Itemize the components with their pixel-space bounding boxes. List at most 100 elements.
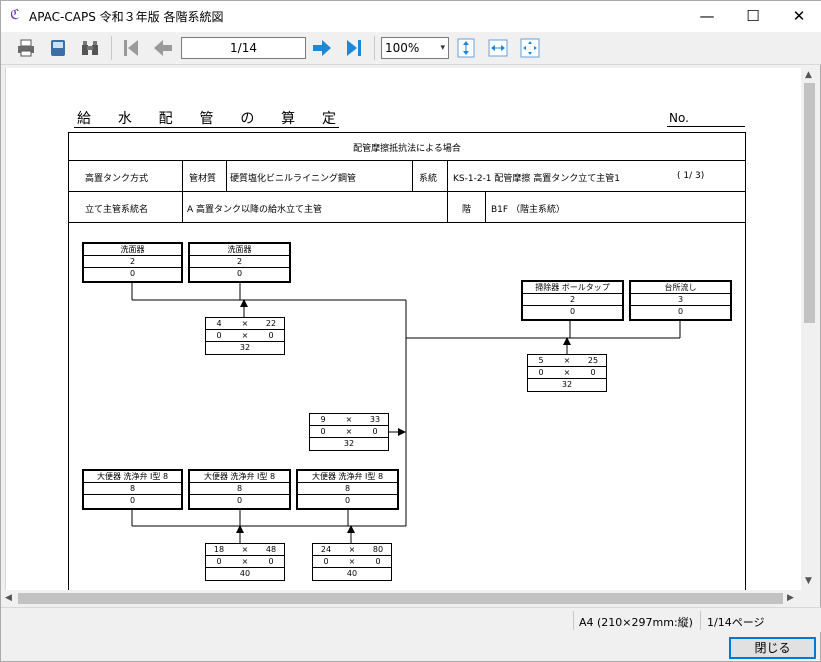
zoom-select[interactable]: 100% ▾: [381, 37, 449, 59]
header-divider: [412, 160, 413, 191]
calc-box: 9 × 33 0 × 0 32: [309, 413, 389, 451]
fixture-box: 大便器 洗浄弁 I型 8 8 0: [188, 469, 291, 510]
calc-method-subtitle: 配管摩擦抵抗法による場合: [353, 144, 461, 154]
calc-diameter: 32: [561, 380, 573, 389]
system-type-value: 高置タンク方式: [85, 174, 149, 184]
fixture-value: 0: [129, 269, 136, 278]
header-divider: [69, 160, 745, 161]
riser-value: A 高置タンク以降の給水立て主管: [187, 205, 323, 215]
vertical-scrollbar[interactable]: ▲ ▼: [801, 68, 818, 590]
calc-value: 25: [587, 356, 599, 365]
title-char: 配: [158, 111, 173, 127]
page-count-status: 1/14ページ: [707, 616, 765, 629]
page-number-input[interactable]: 1/14: [181, 37, 306, 59]
header-divider: [182, 160, 183, 222]
title-char: 管: [199, 111, 214, 127]
material-label: 管材質: [189, 174, 217, 184]
fixture-value: 8: [298, 483, 397, 495]
fixture-value: 0: [677, 307, 684, 316]
calc-value: 0: [268, 331, 274, 340]
last-page-icon[interactable]: [343, 37, 365, 59]
calc-value: 4: [216, 319, 222, 328]
chevron-right-icon[interactable]: ▶: [787, 593, 794, 603]
save-icon[interactable]: [47, 37, 69, 59]
status-divider: [573, 611, 574, 630]
fixture-name: 洗面器: [190, 244, 289, 256]
fixture-value: 2: [523, 294, 622, 306]
calc-value: 0: [590, 368, 596, 377]
print-preview-window: ℭ APAC-CAPS 令和３年版 各階系統図 — ☐ ✕ 1/14 100% …: [0, 0, 821, 662]
fixture-value: 0: [129, 496, 136, 505]
title-bar: ℭ APAC-CAPS 令和３年版 各階系統図 — ☐ ✕: [1, 1, 821, 32]
title-char: 水: [117, 111, 132, 127]
calc-operator: ×: [241, 545, 249, 554]
calc-diameter: 40: [346, 569, 358, 578]
calc-operator: ×: [241, 319, 249, 328]
calc-value: 33: [369, 415, 381, 424]
fit-page-icon[interactable]: [519, 37, 541, 59]
fit-height-icon[interactable]: [455, 37, 477, 59]
calc-box: 4 × 22 0 × 0 32: [205, 317, 285, 355]
calc-value: 18: [213, 545, 225, 554]
fit-width-icon[interactable]: [487, 37, 509, 59]
calc-value: 0: [323, 557, 329, 566]
fixture-box: 台所流し 3 0: [629, 280, 732, 321]
calc-value: 0: [216, 557, 222, 566]
series-label: 系統: [419, 174, 438, 184]
horizontal-scrollbar[interactable]: ◀ ▶: [1, 590, 801, 607]
close-button[interactable]: 閉じる: [729, 637, 816, 659]
series-value: KS-1-2-1 配管摩擦 高置タンク立て主管1: [453, 174, 620, 184]
calc-diameter: 40: [239, 569, 251, 578]
title-char: 給: [77, 111, 91, 127]
calc-value: 0: [538, 368, 544, 377]
calc-box: 18 × 48 0 × 0 40: [205, 543, 285, 581]
fixture-value: 0: [236, 269, 243, 278]
calc-operator: ×: [563, 356, 571, 365]
chevron-down-icon[interactable]: ▼: [805, 576, 812, 586]
calc-value: 0: [320, 427, 326, 436]
fixture-name: 掃除器 ボールタップ: [523, 282, 622, 294]
fixture-box: 掃除器 ボールタップ 2 0: [521, 280, 624, 321]
title-char: の: [240, 111, 255, 127]
maximize-button[interactable]: ☐: [730, 1, 776, 32]
calc-value: 48: [265, 545, 277, 554]
calc-value: 0: [375, 557, 381, 566]
riser-label: 立て主管系統名: [85, 205, 149, 215]
page-of-value: ( 1/ 3): [677, 171, 705, 181]
title-char: 算: [281, 111, 296, 127]
calc-value: 9: [320, 415, 326, 424]
status-divider: [700, 611, 701, 630]
close-window-button[interactable]: ✕: [776, 1, 821, 32]
calc-operator: ×: [345, 427, 353, 436]
minimize-button[interactable]: —: [684, 1, 730, 32]
fixture-value: 3: [631, 294, 730, 306]
calc-operator: ×: [241, 557, 249, 566]
fixture-name: 大便器 洗浄弁 I型 8: [190, 471, 289, 483]
fixture-name: 洗面器: [84, 244, 181, 256]
calc-value: 0: [268, 557, 274, 566]
calc-diameter: 32: [343, 439, 355, 448]
title-char: 定: [321, 111, 336, 127]
binoculars-icon[interactable]: [79, 37, 101, 59]
print-icon[interactable]: [15, 37, 37, 59]
first-page-icon[interactable]: [120, 37, 142, 59]
prev-page-icon[interactable]: [152, 37, 174, 59]
document-viewport[interactable]: 給 水 配 管 の 算 定 No. 配管摩擦抵抗法による場合 高置タンク方式 管…: [5, 68, 801, 590]
fixture-value: 2: [84, 256, 181, 268]
toolbar-separator: [374, 36, 375, 60]
calculation-frame: 配管摩擦抵抗法による場合 高置タンク方式 管材質 硬質塩化ビニルライニング鋼管 …: [68, 132, 746, 590]
material-value: 硬質塩化ビニルライニング鋼管: [230, 174, 357, 184]
fixture-box: 洗面器 2 0: [188, 242, 291, 283]
fixture-name: 台所流し: [631, 282, 730, 294]
calc-operator: ×: [563, 368, 571, 377]
calc-operator: ×: [345, 415, 353, 424]
chevron-up-icon[interactable]: ▲: [805, 70, 812, 80]
app-logo-icon: ℭ: [10, 7, 20, 23]
fixture-name: 大便器 洗浄弁 I型 8: [298, 471, 397, 483]
vertical-scroll-thumb[interactable]: [804, 83, 815, 323]
chevron-left-icon[interactable]: ◀: [5, 593, 12, 603]
horizontal-scroll-thumb[interactable]: [18, 593, 783, 604]
calc-box: 24 × 80 0 × 0 40: [312, 543, 392, 581]
fixture-value: 2: [190, 256, 289, 268]
next-page-icon[interactable]: [311, 37, 333, 59]
